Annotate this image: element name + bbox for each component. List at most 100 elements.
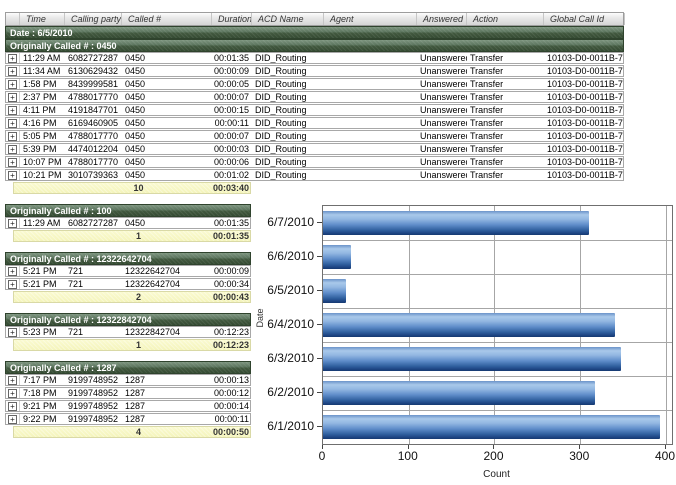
table-row[interactable]: +5:05 PM4788017770045000:00:07DID_Routin… <box>5 130 624 142</box>
category-label: 6/4/2010 <box>250 307 314 341</box>
table-row[interactable]: +5:23 PM7211232284270400:12:23 <box>5 326 251 338</box>
cell-duration: 00:00:06 <box>212 157 252 167</box>
cell-action: Transfer <box>467 66 544 76</box>
col-header-action: Action <box>467 13 544 25</box>
table-row[interactable]: +2:37 PM4788017770045000:00:07DID_Routin… <box>5 91 624 103</box>
group-summary-row: 200:00:43 <box>13 291 251 303</box>
cell-time: 4:16 PM <box>20 118 65 128</box>
col-header-acd: ACD Name <box>252 13 324 25</box>
cell-answered: Unanswered <box>417 131 467 141</box>
expand-row-icon[interactable]: + <box>8 67 17 76</box>
group-header-band: Originally Called # : 12322642704 <box>5 252 251 265</box>
cell-calling: 9199748952 <box>65 375 122 385</box>
x-tick-label: 200 <box>471 449 515 463</box>
cell-time: 7:17 PM <box>20 375 65 385</box>
expand-row-icon[interactable]: + <box>8 80 17 89</box>
category-tick <box>317 392 322 393</box>
expand-cell: + <box>6 266 20 276</box>
table-row[interactable]: +5:21 PM7211232264270400:00:34 <box>5 278 251 290</box>
cell-calling: 721 <box>65 279 122 289</box>
expand-row-icon[interactable]: + <box>8 267 17 276</box>
cell-time: 4:11 PM <box>20 105 65 115</box>
expand-row-icon[interactable]: + <box>8 54 17 63</box>
expand-row-icon[interactable]: + <box>8 158 17 167</box>
category-tick <box>317 290 322 291</box>
chart-bar <box>323 211 589 235</box>
cell-action: Transfer <box>467 170 544 180</box>
table-row[interactable]: +7:17 PM9199748952128700:00:13 <box>5 374 251 386</box>
cell-calling: 9199748952 <box>65 414 122 424</box>
expand-row-icon[interactable]: + <box>8 106 17 115</box>
cell-called: 0450 <box>122 157 212 167</box>
expand-row-icon[interactable]: + <box>8 415 17 424</box>
expand-row-icon[interactable]: + <box>8 402 17 411</box>
summary-duration: 00:01:35 <box>212 231 252 241</box>
expand-row-icon[interactable]: + <box>8 171 17 180</box>
expand-cell: + <box>6 279 20 289</box>
cell-duration: 00:00:34 <box>212 279 251 289</box>
cell-time: 7:18 PM <box>20 388 65 398</box>
cell-answered: Unanswered <box>417 144 467 154</box>
cell-acd: DID_Routing <box>252 118 324 128</box>
cell-answered: Unanswered <box>417 66 467 76</box>
group-summary-row: 100:12:23 <box>13 339 251 351</box>
expand-cell: + <box>6 66 20 76</box>
cell-duration: 00:00:11 <box>212 118 252 128</box>
expand-row-icon[interactable]: + <box>8 328 17 337</box>
group-header-band: Originally Called # : 1287 <box>5 361 251 374</box>
cell-gcid: 10103-D0-0011B-76F <box>544 66 624 76</box>
expand-row-icon[interactable]: + <box>8 93 17 102</box>
table-row[interactable]: +7:18 PM9199748952128700:00:12 <box>5 387 251 399</box>
cell-called: 0450 <box>122 79 212 89</box>
table-row[interactable]: +11:29 AM6082727287045000:01:35DID_Routi… <box>5 52 624 64</box>
cell-calling: 9199748952 <box>65 388 122 398</box>
chart-bar <box>323 347 621 371</box>
group-header-band: Originally Called # : 0450 <box>5 39 624 52</box>
cell-answered: Unanswered <box>417 92 467 102</box>
table-row[interactable]: +4:11 PM4191847701045000:00:15DID_Routin… <box>5 104 624 116</box>
cell-duration: 00:00:11 <box>212 414 251 424</box>
x-tick-label: 0 <box>300 449 344 463</box>
expand-row-icon[interactable]: + <box>8 145 17 154</box>
table-row[interactable]: +4:16 PM6169460905045000:00:11DID_Routin… <box>5 117 624 129</box>
expand-row-icon[interactable]: + <box>8 132 17 141</box>
table-row[interactable]: +9:22 PM9199748952128700:00:11 <box>5 413 251 425</box>
cell-calling: 8439999581 <box>65 79 122 89</box>
cell-calling: 4191847701 <box>65 105 122 115</box>
cell-acd: DID_Routing <box>252 79 324 89</box>
chart-bar <box>323 245 351 269</box>
expand-cell: + <box>6 388 20 398</box>
expand-row-icon[interactable]: + <box>8 219 17 228</box>
category-tick <box>317 256 322 257</box>
table-row[interactable]: +10:07 PM4788017770045000:00:06DID_Routi… <box>5 156 624 168</box>
category-label: 6/6/2010 <box>250 239 314 273</box>
cell-called: 1287 <box>122 401 212 411</box>
table-row[interactable]: +1:58 PM8439999581045000:00:05DID_Routin… <box>5 78 624 90</box>
table-row[interactable]: +10:21 PM3010739363045000:01:02DID_Routi… <box>5 169 624 181</box>
cell-time: 11:34 AM <box>20 66 65 76</box>
summary-duration: 00:03:40 <box>212 183 252 193</box>
table-row[interactable]: +11:29 AM6082727287045000:01:35 <box>5 217 251 229</box>
cell-time: 5:21 PM <box>20 279 65 289</box>
summary-duration: 00:12:23 <box>212 340 252 350</box>
expand-row-icon[interactable]: + <box>8 119 17 128</box>
cell-calling: 6082727287 <box>65 53 122 63</box>
category-tick <box>317 426 322 427</box>
expand-row-icon[interactable]: + <box>8 280 17 289</box>
category-tick <box>317 324 322 325</box>
cell-duration: 00:00:03 <box>212 144 252 154</box>
table-row[interactable]: +5:39 PM4474012204045000:00:03DID_Routin… <box>5 143 624 155</box>
table-row[interactable]: +11:34 AM6130629432045000:00:09DID_Routi… <box>5 65 624 77</box>
col-header-called: Called # <box>122 13 212 25</box>
category-label: 6/2/2010 <box>250 375 314 409</box>
cell-called: 0450 <box>122 92 212 102</box>
expand-row-icon[interactable]: + <box>8 389 17 398</box>
table-row[interactable]: +5:21 PM7211232264270400:00:09 <box>5 265 251 277</box>
cell-gcid: 10103-D0-0011B-778 <box>544 144 624 154</box>
col-header-time: Time <box>20 13 65 25</box>
summary-duration: 00:00:50 <box>212 427 252 437</box>
cell-acd: DID_Routing <box>252 144 324 154</box>
expand-row-icon[interactable]: + <box>8 376 17 385</box>
table-row[interactable]: +9:21 PM9199748952128700:00:14 <box>5 400 251 412</box>
cell-action: Transfer <box>467 157 544 167</box>
